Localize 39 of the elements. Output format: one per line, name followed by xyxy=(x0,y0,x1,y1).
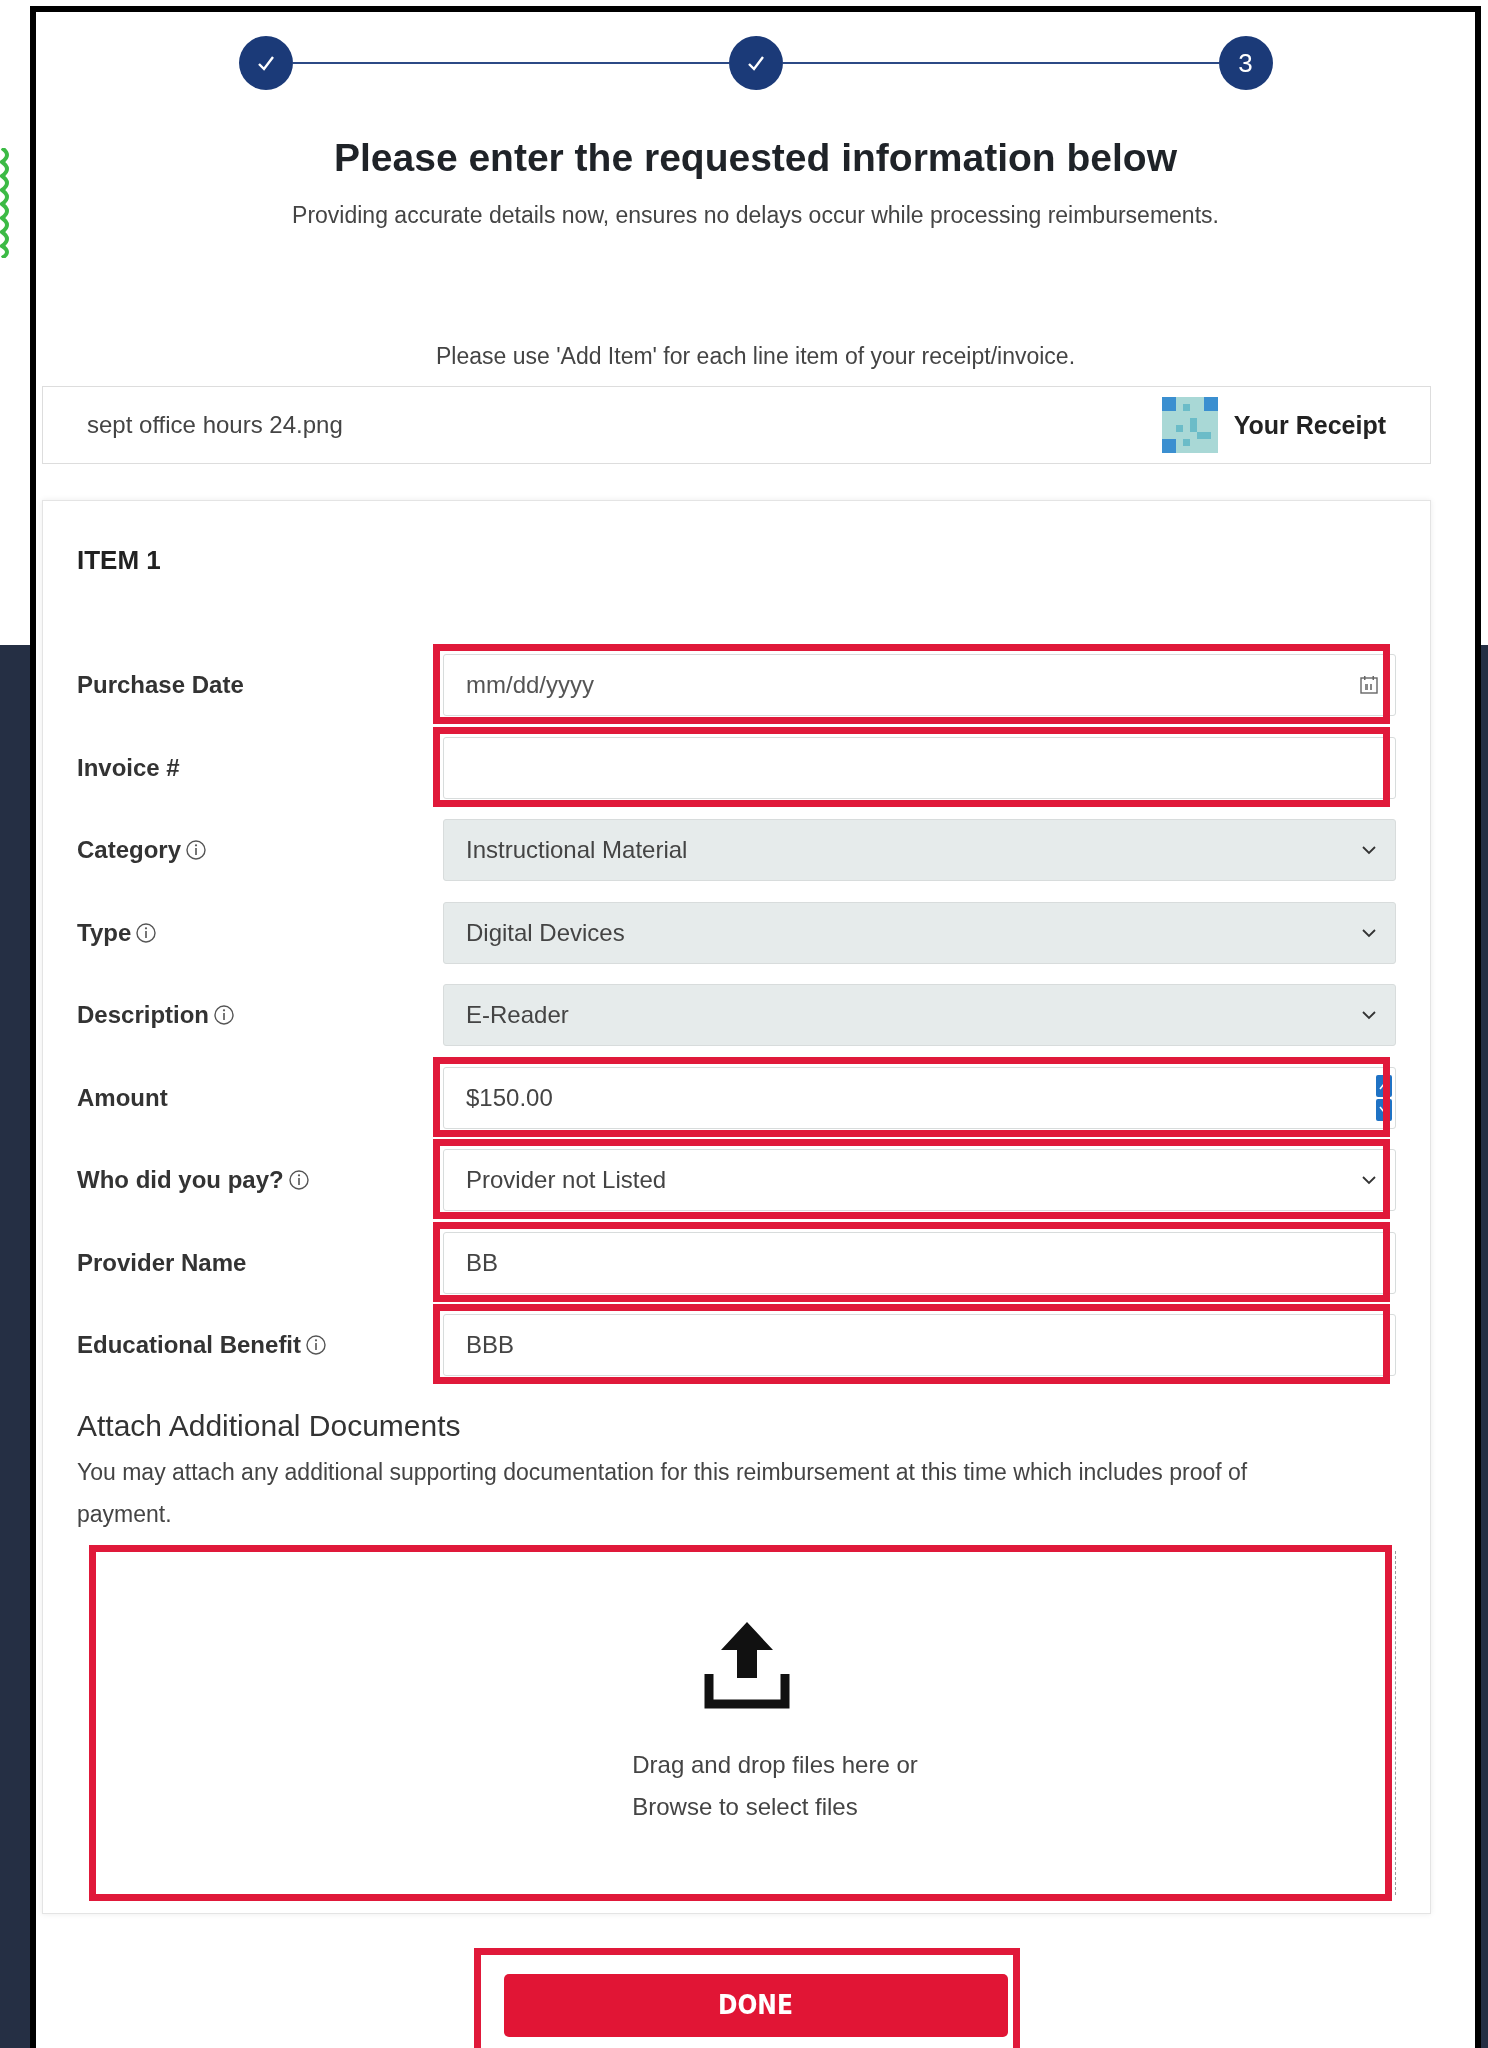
field-label: Educational Benefit xyxy=(77,1331,302,1360)
info-icon[interactable] xyxy=(287,1169,310,1192)
field-label: Category xyxy=(77,836,182,865)
info-icon[interactable] xyxy=(135,921,158,944)
qr-code-icon xyxy=(1161,397,1218,453)
field-label: Who did you pay? xyxy=(77,1166,284,1195)
instruction-text: Please use 'Add Item' for each line item of your receipt/invoice. xyxy=(435,343,1076,370)
page-heading: Please enter the requested information below xyxy=(333,136,1177,180)
file-drop-zone[interactable]: Drag and drop files here or Browse to select files xyxy=(99,1550,1396,1895)
file-name: sept office hours 24.png xyxy=(87,411,344,439)
info-icon[interactable] xyxy=(213,1004,236,1027)
attach-heading: Attach Additional Documents xyxy=(77,1408,462,1443)
text-field[interactable]: BB xyxy=(443,1231,1396,1294)
date-field[interactable]: mm/dd/yyyy xyxy=(443,654,1396,717)
text-field[interactable] xyxy=(443,736,1396,799)
your-receipt-link[interactable]: Your Receipt xyxy=(1233,410,1386,440)
amount-field[interactable]: $150.00 xyxy=(443,1066,1396,1129)
drop-hint: Browse to select files xyxy=(632,1791,858,1822)
text-field[interactable]: BBB xyxy=(443,1314,1396,1377)
field-label: Invoice # xyxy=(77,753,180,782)
select-field[interactable]: Digital Devices xyxy=(443,901,1396,964)
field-label: Amount xyxy=(77,1083,168,1112)
field-label: Purchase Date xyxy=(77,671,244,700)
select-field[interactable]: Provider not Listed xyxy=(443,1149,1396,1212)
field-label: Type xyxy=(77,918,132,947)
attach-description: You may attach any additional supporting documentation for this reimbursement at this time which includes proof of payment. xyxy=(77,1457,1249,1529)
item-title: ITEM 1 xyxy=(77,545,162,576)
drop-hint: Drag and drop files here or xyxy=(632,1749,918,1780)
info-icon[interactable] xyxy=(185,839,208,862)
subheading: Providing accurate details now, ensures no delays occur while processing reimbursements. xyxy=(292,202,1219,229)
done-button[interactable]: DONE xyxy=(503,1973,1008,2037)
spinner-icon[interactable] xyxy=(1376,1074,1392,1121)
field-label: Description xyxy=(77,1001,210,1030)
step-number: 3 xyxy=(1218,36,1273,90)
info-icon[interactable] xyxy=(305,1334,328,1357)
field-label: Provider Name xyxy=(77,1248,247,1277)
select-field[interactable]: E-Reader xyxy=(443,984,1396,1047)
calendar-icon[interactable] xyxy=(1358,674,1380,697)
select-field[interactable]: Instructional Material xyxy=(443,819,1396,882)
